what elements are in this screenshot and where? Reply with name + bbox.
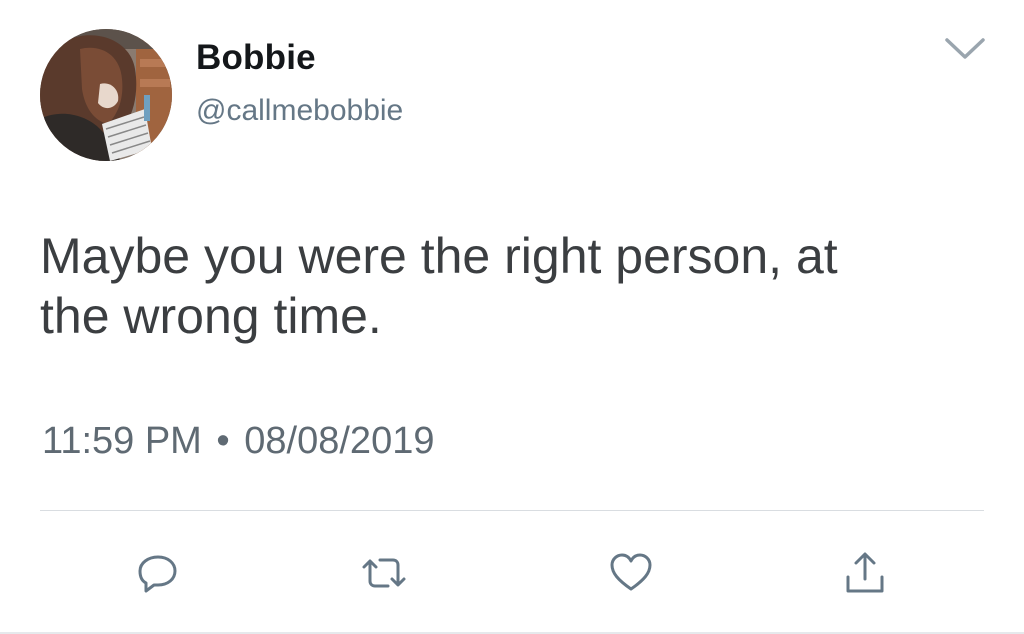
tweet-text-line: the wrong time. — [40, 288, 382, 344]
like-button[interactable] — [603, 545, 659, 601]
retweet-button[interactable] — [356, 545, 412, 601]
tweet-text-line: Maybe you were the right person, at — [40, 228, 838, 284]
avatar-photo — [40, 29, 172, 161]
tweet-card: Bobbie @callmebobbie Maybe you were the … — [0, 0, 1024, 634]
user-handle[interactable]: @callmebobbie — [196, 94, 403, 128]
heart-icon — [610, 553, 652, 591]
reply-button[interactable] — [130, 545, 186, 601]
share-button[interactable] — [837, 545, 893, 601]
tweet-date: 08/08/2019 — [244, 420, 435, 462]
avatar[interactable] — [40, 29, 172, 161]
tweet-text: Maybe you were the right person, at the … — [40, 226, 990, 346]
reply-icon — [138, 555, 177, 593]
chevron-down-icon[interactable] — [944, 36, 986, 62]
timestamp-separator: • — [216, 420, 230, 462]
share-icon — [846, 552, 884, 593]
divider — [40, 510, 984, 511]
display-name[interactable]: Bobbie — [196, 38, 316, 78]
tweet-timestamp[interactable]: 11:59 PM • 08/08/2019 — [42, 420, 434, 463]
tweet-time: 11:59 PM — [42, 420, 202, 462]
retweet-icon — [362, 558, 406, 588]
